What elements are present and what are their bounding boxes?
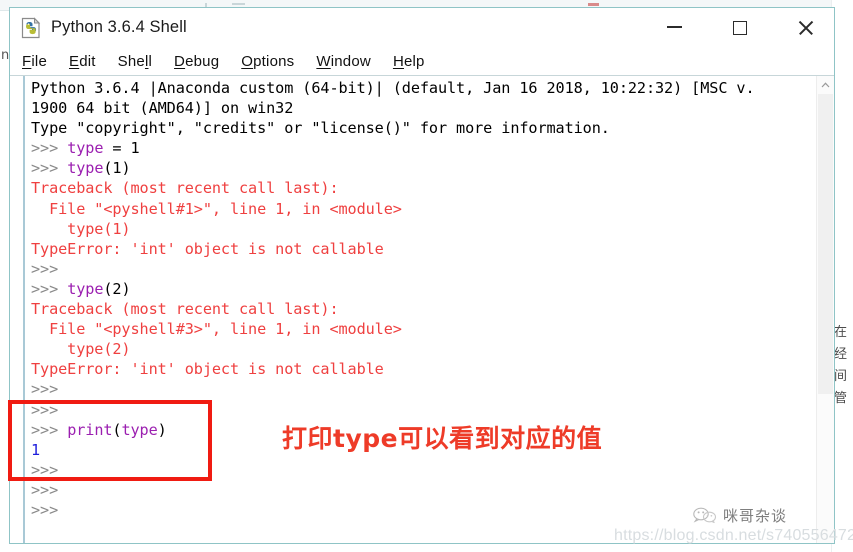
console-line: Traceback (most recent call last): (31, 178, 834, 198)
python-shell-window: Python 3.6.4 Shell File Edit Shell Debug… (9, 7, 835, 544)
scroll-up-arrow-icon[interactable] (817, 76, 834, 94)
menu-item-shell[interactable]: Shell (118, 53, 152, 70)
console-token: type (67, 279, 104, 298)
left-margin-bar (18, 76, 25, 543)
console-line: >>> (31, 400, 834, 420)
close-button[interactable] (782, 8, 828, 47)
console-token: type(1) (31, 219, 131, 238)
console-token: Traceback (most recent call last): (31, 179, 339, 198)
menu-item-options[interactable]: Options (241, 53, 294, 70)
title-bar: Python 3.6.4 Shell (10, 8, 834, 47)
shell-text-area[interactable]: Python 3.6.4 |Anaconda custom (64-bit)| … (10, 76, 834, 543)
console-token: >>> (31, 139, 68, 158)
console-token: Python 3.6.4 |Anaconda custom (64-bit)| … (31, 79, 755, 97)
console-token: 1900 64 bit (AMD64)] on win32 (31, 99, 294, 118)
annotation-note-text: 打印type可以看到对应的值 (282, 424, 603, 453)
console-token: >>> (31, 159, 68, 178)
minimize-icon (666, 26, 682, 28)
menu-item-help[interactable]: Help (393, 53, 425, 70)
minimize-button[interactable] (651, 8, 697, 47)
console-token: = 1 (103, 139, 140, 158)
console-line: TypeError: 'int' object is not callable (31, 239, 834, 259)
window-title: Python 3.6.4 Shell (51, 18, 187, 36)
console-token: ) (157, 420, 167, 439)
console-token: type (67, 159, 104, 178)
console-token: File "<pyshell#1>", line 1, in <module> (31, 199, 402, 218)
console-token: TypeError: 'int' object is not callable (31, 360, 384, 379)
console-token: >>> (31, 380, 59, 399)
menu-item-file[interactable]: File (22, 53, 47, 70)
console-line: Python 3.6.4 |Anaconda custom (64-bit)| … (31, 78, 834, 98)
maximize-button[interactable] (717, 8, 763, 47)
console-token: >>> (31, 279, 68, 298)
console-line: >>> type(2) (31, 279, 834, 299)
console-token: Type "copyright", "credits" or "license(… (31, 119, 610, 138)
console-token: type (121, 420, 158, 439)
vertical-scrollbar[interactable] (816, 76, 834, 543)
console-token: File "<pyshell#3>", line 1, in <module> (31, 320, 402, 339)
console-token: 1 (31, 440, 41, 459)
console-line: File "<pyshell#3>", line 1, in <module> (31, 319, 834, 339)
console-token: print (67, 420, 113, 439)
close-icon (797, 19, 814, 36)
console-token: type (67, 139, 104, 158)
menu-item-edit[interactable]: Edit (69, 53, 96, 70)
console-line: >>> (31, 379, 834, 399)
console-line: 1900 64 bit (AMD64)] on win32 (31, 98, 834, 118)
console-line: Type "copyright", "credits" or "license(… (31, 118, 834, 138)
console-line: type(1) (31, 219, 834, 239)
watermark-brand-text: 咪哥杂谈 (723, 507, 788, 525)
console-token: >>> (31, 420, 68, 439)
watermark-url: https://blog.csdn.net/s740556472 (614, 527, 853, 544)
console-token: >>> (31, 480, 59, 499)
shell-console-output[interactable]: Python 3.6.4 |Anaconda custom (64-bit)| … (25, 76, 834, 543)
background-mark-2 (232, 3, 245, 5)
scrollbar-thumb[interactable] (818, 94, 833, 394)
console-line: TypeError: 'int' object is not callable (31, 359, 834, 379)
console-token: >>> (31, 500, 59, 519)
wechat-icon (693, 507, 717, 524)
python-idle-icon (20, 16, 42, 39)
console-token: >>> (31, 259, 59, 278)
console-line: >>> (31, 480, 834, 500)
console-token: >>> (31, 460, 59, 479)
console-line: >>> (31, 460, 834, 480)
console-token: type(2) (31, 340, 131, 359)
console-line: >>> type = 1 (31, 138, 834, 158)
background-mark-3 (588, 3, 599, 6)
menu-item-debug[interactable]: Debug (174, 53, 219, 70)
console-line: >>> (31, 259, 834, 279)
maximize-icon (733, 20, 747, 35)
console-line: Traceback (most recent call last): (31, 299, 834, 319)
console-line: type(2) (31, 339, 834, 359)
console-line: >>> type(1) (31, 158, 834, 178)
menu-bar: File Edit Shell Debug Options Window Hel… (10, 47, 834, 76)
console-token: TypeError: 'int' object is not callable (31, 239, 384, 258)
console-token: Traceback (most recent call last): (31, 300, 339, 319)
console-line: File "<pyshell#1>", line 1, in <module> (31, 199, 834, 219)
console-token: >>> (31, 400, 59, 419)
background-left-char: n (1, 48, 10, 63)
background-vertical-text: 在 经 间 管 (834, 325, 848, 406)
menu-item-window[interactable]: Window (316, 53, 371, 70)
console-token: (2) (103, 279, 131, 298)
watermark-brand: 咪哥杂谈 (693, 505, 787, 526)
console-token: (1) (103, 159, 131, 178)
